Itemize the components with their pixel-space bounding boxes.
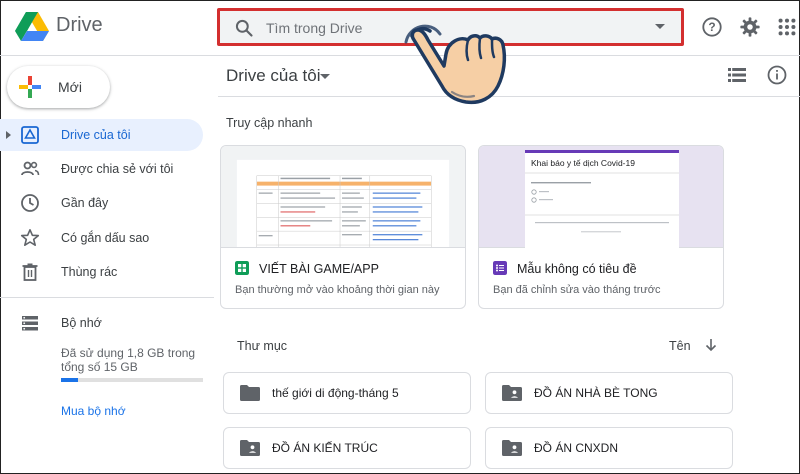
form-preview-content — [525, 172, 679, 233]
storage-label: Bộ nhớ — [61, 316, 102, 330]
sidebar-item-label: Được chia sẻ với tôi — [61, 162, 174, 176]
sort-direction-arrow-icon[interactable] — [704, 338, 718, 352]
quick-access-card-form[interactable]: Khai báo y tế dịch Covid-19 Mẫu không có… — [478, 145, 724, 309]
quick-access-label: Truy cập nhanh — [226, 116, 313, 130]
folder-name: ĐỒ ÁN NHÀ BÈ TONG — [534, 386, 658, 400]
title-dropdown-caret-icon[interactable] — [320, 74, 330, 79]
storage-progress-fill — [61, 378, 79, 382]
sidebar-item-label: Thùng rác — [61, 265, 118, 279]
quick-access-card-reason: Bạn thường mở vào khoảng thời gian này — [235, 284, 440, 296]
expand-arrow-icon[interactable] — [6, 131, 11, 139]
sidebar-item-label: Drive của tôi — [61, 128, 131, 142]
sidebar-item-label: Có gắn dấu sao — [61, 231, 150, 245]
folder-item[interactable]: ĐỒ ÁN CNXDN — [485, 427, 733, 469]
folder-item[interactable]: thế giới di động-tháng 5 — [223, 372, 471, 414]
sidebar-item-trash[interactable]: Thùng rác — [0, 256, 203, 288]
sidebar-item-label: Gần đây — [61, 196, 109, 210]
trash-icon — [22, 263, 38, 281]
my-drive-icon — [21, 126, 39, 144]
sidebar-item-storage[interactable]: Bộ nhớ — [0, 307, 203, 339]
storage-usage-text: Đã sử dụng 1,8 GB trong tổng số 15 GB — [61, 346, 196, 374]
form-thumbnail: Khai báo y tế dịch Covid-19 — [479, 146, 723, 248]
quick-access-card-reason: Bạn đã chỉnh sửa vào tháng trước — [493, 284, 661, 296]
sidebar-item-my-drive[interactable]: Drive của tôi — [0, 119, 203, 151]
sidebar-item-starred[interactable]: Có gắn dấu sao — [0, 222, 203, 254]
sidebar-item-shared-with-me[interactable]: Được chia sẻ với tôi — [0, 153, 203, 185]
shared-folder-icon — [240, 440, 260, 456]
settings-gear-icon[interactable] — [739, 16, 761, 38]
info-icon[interactable] — [767, 65, 787, 85]
quick-access-card-name: VIẾT BÀI GAME/APP — [259, 262, 379, 276]
sheets-icon — [235, 261, 249, 275]
folders-label: Thư mục — [237, 339, 288, 353]
folder-name: ĐỒ ÁN CNXDN — [534, 441, 619, 455]
sheet-thumbnail — [221, 146, 465, 248]
storage-progress-bar — [61, 378, 203, 382]
recent-icon — [21, 194, 39, 212]
search-icon[interactable] — [234, 18, 254, 38]
drive-logo-icon[interactable] — [14, 11, 50, 43]
search-options-caret-icon[interactable] — [655, 24, 665, 29]
quick-access-card-sheet[interactable]: VIẾT BÀI GAME/APP Bạn thường mở vào khoả… — [220, 145, 466, 309]
plus-icon — [19, 76, 41, 98]
folder-item[interactable]: ĐỒ ÁN NHÀ BÈ TONG — [485, 372, 733, 414]
sidebar-item-recent[interactable]: Gần đây — [0, 187, 203, 219]
sort-by-name-button[interactable]: Tên — [669, 339, 691, 353]
help-icon[interactable]: ? — [701, 16, 723, 38]
starred-icon — [20, 228, 40, 247]
folder-name: thế giới di động-tháng 5 — [272, 386, 399, 400]
list-view-icon[interactable] — [728, 68, 746, 82]
storage-icon — [22, 316, 38, 331]
page-title[interactable]: Drive của tôi — [226, 66, 320, 86]
new-button[interactable]: Mới — [7, 66, 110, 108]
folder-item[interactable]: ĐỒ ÁN KIẾN TRÚC — [223, 427, 471, 469]
shared-folder-icon — [502, 440, 522, 456]
apps-grid-icon[interactable] — [776, 16, 798, 38]
new-button-label: Mới — [58, 79, 82, 95]
app-title: Drive — [56, 14, 103, 36]
pointing-hand-cursor-icon — [404, 24, 507, 105]
forms-icon — [493, 261, 507, 275]
buy-storage-link[interactable]: Mua bộ nhớ — [61, 404, 126, 418]
folder-name: ĐỒ ÁN KIẾN TRÚC — [272, 441, 378, 455]
svg-text:?: ? — [708, 20, 715, 34]
sidebar-divider — [0, 297, 214, 298]
quick-access-card-name: Mẫu không có tiêu đề — [517, 262, 637, 276]
folder-icon — [240, 385, 260, 401]
form-preview-page: Khai báo y tế dịch Covid-19 — [525, 150, 679, 248]
shared-icon — [21, 161, 40, 176]
shared-folder-icon — [502, 385, 522, 401]
